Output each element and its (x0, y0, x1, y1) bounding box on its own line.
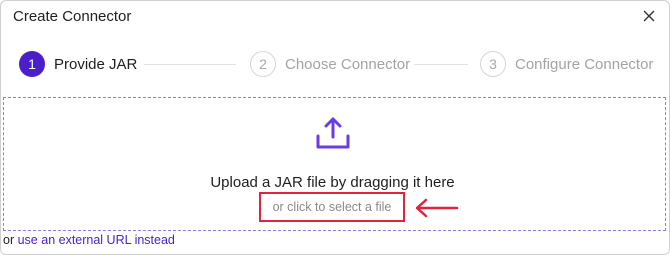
step-1-label: Provide JAR (54, 56, 138, 73)
step-3-number: 3 (489, 56, 497, 72)
annotation-arrow-icon (415, 198, 459, 218)
step-3-label: Configure Connector (515, 56, 654, 73)
step-2-number: 2 (259, 56, 267, 72)
stepper: 1 Provide JAR 2 Choose Connector 3 Confi… (1, 1, 669, 101)
external-url-link[interactable]: use an external URL instead (18, 233, 175, 247)
select-file-label: or click to select a file (272, 200, 392, 214)
step-1-number: 1 (28, 56, 36, 72)
step-3-indicator: 3 (480, 51, 506, 77)
select-file-link[interactable]: or click to select a file (259, 192, 405, 222)
external-url-prefix: or (3, 233, 15, 247)
external-url-row: or use an external URL instead (3, 233, 175, 247)
step-connector-line (414, 64, 468, 65)
step-2-label: Choose Connector (285, 56, 411, 73)
upload-icon (316, 117, 350, 149)
step-1-indicator: 1 (19, 51, 45, 77)
step-connector-line (144, 64, 236, 65)
upload-prompt: Upload a JAR file by dragging it here (210, 174, 455, 191)
step-2-indicator: 2 (250, 51, 276, 77)
create-connector-dialog: Create Connector 1 Provide JAR 2 Choose … (0, 0, 670, 255)
